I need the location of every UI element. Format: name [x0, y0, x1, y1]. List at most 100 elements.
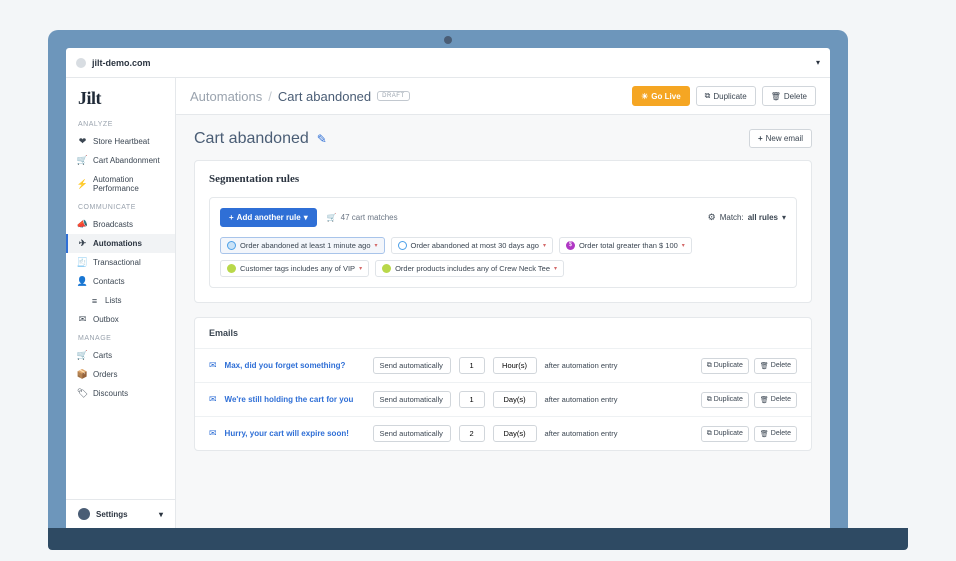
rule-chip[interactable]: Order abandoned at least 1 minute ago▾ — [220, 237, 385, 254]
email-row: ✉ We're still holding the cart for you S… — [195, 382, 811, 416]
tag-icon: 🏷 — [78, 389, 87, 398]
nav-carts[interactable]: 🛒Carts — [66, 346, 175, 365]
rule-chip[interactable]: Order products includes any of Crew Neck… — [375, 260, 564, 277]
chevron-down-icon: ▾ — [816, 58, 820, 67]
copy-icon: ⧉ — [707, 430, 712, 438]
email-subject-link[interactable]: Hurry, your cart will expire soon! — [225, 429, 365, 438]
bolt-icon: ⚡ — [78, 180, 87, 189]
app-window: jilt-demo.com ▾ Jilt ANALYZE ❤Store Hear… — [66, 48, 830, 528]
dot-icon — [398, 241, 407, 250]
email-row: ✉ Hurry, your cart will expire soon! Sen… — [195, 416, 811, 450]
delay-qty-input[interactable]: 2 — [459, 425, 485, 442]
match-mode-selector[interactable]: ⚙Match: all rules ▾ — [708, 212, 786, 223]
email-subject-link[interactable]: We're still holding the cart for you — [225, 395, 365, 404]
segmentation-inner: +Add another rule▾ 🛒47 cart matches ⚙Mat… — [209, 197, 797, 288]
mail-icon: ✉ — [209, 394, 217, 405]
dot-icon — [227, 264, 236, 273]
nav-broadcasts[interactable]: 📣Broadcasts — [66, 215, 175, 234]
segmentation-title: Segmentation rules — [195, 161, 811, 197]
after-label: after automation entry — [545, 361, 618, 370]
row-actions: ⧉Duplicate 🗑Delete — [701, 392, 797, 408]
title-row: Cart abandoned ✎ +New email — [194, 129, 812, 148]
section-analyze: ANALYZE — [66, 115, 175, 132]
add-rule-button[interactable]: +Add another rule▾ — [220, 208, 317, 227]
nav-automation-performance[interactable]: ⚡Automation Performance — [66, 170, 175, 198]
trash-icon: 🗑 — [760, 430, 769, 438]
chevron-down-icon: ▾ — [375, 242, 378, 249]
cart-icon: 🛒 — [327, 213, 337, 222]
delete-email-button[interactable]: 🗑Delete — [754, 358, 797, 374]
trash-icon: 🗑 — [760, 396, 769, 404]
user-icon: 👤 — [78, 277, 87, 286]
send-icon: ✈ — [78, 239, 87, 248]
content: Cart abandoned ✎ +New email Segmentation… — [176, 115, 830, 479]
megaphone-icon: 📣 — [78, 220, 87, 229]
cart-matches: 🛒47 cart matches — [327, 213, 398, 222]
settings-button[interactable]: Settings ▾ — [66, 499, 175, 528]
plus-icon: + — [758, 134, 763, 143]
page-header: Automations / Cart abandoned DRAFT ☀Go L… — [176, 78, 830, 115]
rule-chip[interactable]: Customer tags includes any of VIP▾ — [220, 260, 369, 277]
device-base — [48, 528, 908, 550]
rule-toolbar: +Add another rule▾ 🛒47 cart matches ⚙Mat… — [220, 208, 786, 227]
orders-icon: 📦 — [78, 370, 87, 379]
dollar-icon: $ — [566, 241, 575, 250]
mail-icon: ✉ — [209, 360, 217, 371]
nav-discounts[interactable]: 🏷Discounts — [66, 384, 175, 403]
chevron-down-icon: ▾ — [359, 265, 362, 272]
cart-icon: 🛒 — [78, 351, 87, 360]
duplicate-email-button[interactable]: ⧉Duplicate — [701, 358, 749, 374]
delay-unit-select[interactable]: Day(s) — [493, 425, 537, 442]
logo: Jilt — [66, 78, 175, 115]
heartbeat-icon: ❤ — [78, 137, 87, 146]
site-switcher[interactable]: jilt-demo.com ▾ — [66, 48, 830, 78]
device-frame: jilt-demo.com ▾ Jilt ANALYZE ❤Store Hear… — [48, 30, 848, 528]
delay-qty-input[interactable]: 1 — [459, 391, 485, 408]
status-badge: DRAFT — [377, 91, 410, 101]
breadcrumb-current: Cart abandoned — [278, 89, 371, 104]
send-mode-select[interactable]: Send automatically — [373, 357, 451, 374]
email-subject-link[interactable]: Max, did you forget something? — [225, 361, 365, 370]
dot-icon — [227, 241, 236, 250]
delay-qty-input[interactable]: 1 — [459, 357, 485, 374]
delay-unit-select[interactable]: Day(s) — [493, 391, 537, 408]
rule-chip[interactable]: Order abandoned at most 30 days ago▾ — [391, 237, 553, 254]
chevron-down-icon: ▾ — [554, 265, 557, 272]
delete-button[interactable]: 🗑Delete — [762, 86, 816, 106]
nav-orders[interactable]: 📦Orders — [66, 365, 175, 384]
section-communicate: COMMUNICATE — [66, 198, 175, 215]
nav-store-heartbeat[interactable]: ❤Store Heartbeat — [66, 132, 175, 151]
chevron-down-icon: ▾ — [543, 242, 546, 249]
duplicate-button[interactable]: ⧉Duplicate — [696, 86, 756, 106]
nav-cart-abandonment[interactable]: 🛒Cart Abandonment — [66, 151, 175, 170]
emails-title: Emails — [195, 318, 811, 348]
rule-chip[interactable]: $Order total greater than $ 100▾ — [559, 237, 692, 254]
nav-lists[interactable]: ≡Lists — [66, 291, 175, 310]
new-email-button[interactable]: +New email — [749, 129, 812, 148]
receipt-icon: 🧾 — [78, 258, 87, 267]
duplicate-email-button[interactable]: ⧉Duplicate — [701, 426, 749, 442]
site-dot-icon — [76, 58, 86, 68]
header-actions: ☀Go Live ⧉Duplicate 🗑Delete — [632, 86, 816, 106]
delete-email-button[interactable]: 🗑Delete — [754, 426, 797, 442]
trash-icon: 🗑 — [771, 92, 781, 101]
go-live-button[interactable]: ☀Go Live — [632, 86, 690, 106]
rule-chips: Order abandoned at least 1 minute ago▾ O… — [220, 237, 786, 277]
nav-contacts[interactable]: 👤Contacts — [66, 272, 175, 291]
send-mode-select[interactable]: Send automatically — [373, 425, 451, 442]
nav-automations[interactable]: ✈Automations — [66, 234, 175, 253]
delete-email-button[interactable]: 🗑Delete — [754, 392, 797, 408]
chevron-down-icon: ▾ — [159, 510, 163, 519]
emails-panel: Emails ✉ Max, did you forget something? … — [194, 317, 812, 451]
app-body: Jilt ANALYZE ❤Store Heartbeat 🛒Cart Aban… — [66, 78, 830, 528]
nav-transactional[interactable]: 🧾Transactional — [66, 253, 175, 272]
send-mode-select[interactable]: Send automatically — [373, 391, 451, 408]
row-actions: ⧉Duplicate 🗑Delete — [701, 358, 797, 374]
chevron-down-icon: ▾ — [304, 213, 308, 222]
breadcrumb-root[interactable]: Automations — [190, 89, 262, 104]
pencil-icon[interactable]: ✎ — [317, 132, 327, 146]
duplicate-email-button[interactable]: ⧉Duplicate — [701, 392, 749, 408]
nav-outbox[interactable]: ✉Outbox — [66, 310, 175, 329]
main-area: Automations / Cart abandoned DRAFT ☀Go L… — [176, 78, 830, 528]
delay-unit-select[interactable]: Hour(s) — [493, 357, 537, 374]
